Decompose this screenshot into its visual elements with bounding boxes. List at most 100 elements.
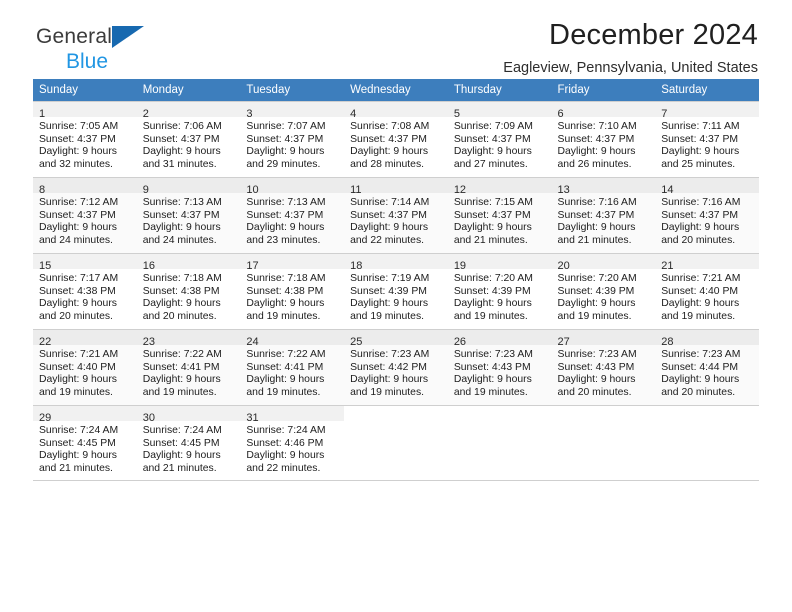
sunset-text: Sunset: 4:37 PM	[661, 209, 739, 221]
day-cell[interactable]: 19 Sunrise: 7:20 AM Sunset: 4:39 PM Dayligh…	[447, 253, 552, 329]
daylight-text-line2: and 19 minutes.	[661, 310, 736, 322]
day-cell[interactable]: 9 Sunrise: 7:13 AM Sunset: 4:37 PM Daylight…	[136, 177, 241, 253]
day-cell[interactable]: 3 Sunrise: 7:07 AM Sunset: 4:37 PM Daylight…	[240, 101, 345, 177]
day-cell[interactable]: 24 Sunrise: 7:22 AM Sunset: 4:41 PM Dayligh…	[240, 329, 345, 405]
day-number: 31	[246, 412, 259, 424]
sunset-text: Sunset: 4:45 PM	[142, 437, 220, 449]
day-number: 3	[246, 108, 253, 120]
day-cell[interactable]: 14 Sunrise: 7:16 AM Sunset: 4:37 PM Dayligh…	[655, 177, 759, 253]
sunset-text: Sunset: 4:43 PM	[453, 361, 531, 373]
day-cell[interactable]: 23 Sunrise: 7:22 AM Sunset: 4:41 PM Dayligh…	[136, 329, 241, 405]
sunset-text: Sunset: 4:37 PM	[39, 133, 116, 145]
sunrise-text: Sunrise: 7:12 AM	[39, 197, 119, 208]
daylight-text-line2: and 19 minutes.	[246, 386, 321, 398]
daylight-text-line2: and 20 minutes.	[557, 386, 632, 398]
calendar-week-row: 8 Sunrise: 7:12 AM Sunset: 4:37 PM Daylight…	[33, 177, 759, 253]
day-cell[interactable]: 26 Sunrise: 7:23 AM Sunset: 4:43 PM Dayligh…	[447, 329, 552, 405]
sunrise-text: Sunrise: 7:21 AM	[39, 349, 119, 360]
day-cell[interactable]: 27 Sunrise: 7:23 AM Sunset: 4:43 PM Dayligh…	[551, 329, 656, 405]
day-cell[interactable]: 1 Sunrise: 7:05 AM Sunset: 4:37 PM Daylight…	[33, 101, 137, 177]
day-cell[interactable]: 20 Sunrise: 7:20 AM Sunset: 4:39 PM Dayligh…	[551, 253, 656, 329]
day-number: 25	[350, 336, 363, 348]
daylight-text-line1: Daylight: 9 hours	[453, 298, 532, 310]
sunset-text: Sunset: 4:40 PM	[39, 361, 116, 373]
daylight-text-line1: Daylight: 9 hours	[661, 298, 740, 310]
daylight-text-line1: Daylight: 9 hours	[246, 450, 325, 462]
general-blue-logo[interactable]: General Blue	[36, 26, 256, 78]
daylight-text-line1: Daylight: 9 hours	[557, 298, 636, 310]
day-cell[interactable]: 2 Sunrise: 7:06 AM Sunset: 4:37 PM Daylight…	[136, 101, 241, 177]
daylight-text-line1: Daylight: 9 hours	[246, 222, 325, 234]
day-number: 21	[661, 260, 674, 272]
day-cell[interactable]: 29 Sunrise: 7:24 AM Sunset: 4:45 PM Dayligh…	[33, 405, 137, 481]
daylight-text-line2: and 19 minutes.	[453, 386, 528, 398]
day-cell[interactable]: 11 Sunrise: 7:14 AM Sunset: 4:37 PM Dayligh…	[344, 177, 448, 253]
calendar-header-row: Sunday Monday Tuesday Wednesday Thursday…	[33, 79, 759, 101]
day-cell[interactable]: 18 Sunrise: 7:19 AM Sunset: 4:39 PM Dayligh…	[344, 253, 448, 329]
day-number: 1	[39, 108, 46, 120]
day-cell[interactable]: 21 Sunrise: 7:21 AM Sunset: 4:40 PM Dayligh…	[655, 253, 759, 329]
sunset-text: Sunset: 4:37 PM	[39, 209, 116, 221]
sunset-text: Sunset: 4:37 PM	[246, 133, 324, 145]
sunrise-text: Sunrise: 7:19 AM	[350, 273, 430, 284]
day-cell[interactable]: 31 Sunrise: 7:24 AM Sunset: 4:46 PM Dayligh…	[240, 405, 345, 481]
sunset-text: Sunset: 4:39 PM	[557, 285, 635, 297]
sunset-text: Sunset: 4:45 PM	[39, 437, 116, 449]
daylight-text-line1: Daylight: 9 hours	[557, 146, 636, 158]
daylight-text-line2: and 21 minutes.	[142, 462, 217, 474]
day-cell[interactable]: 15 Sunrise: 7:17 AM Sunset: 4:38 PM Dayligh…	[33, 253, 137, 329]
day-cell[interactable]: 28 Sunrise: 7:23 AM Sunset: 4:44 PM Dayligh…	[655, 329, 759, 405]
day-cell[interactable]: 5 Sunrise: 7:09 AM Sunset: 4:37 PM Daylight…	[447, 101, 552, 177]
day-cell[interactable]: 12 Sunrise: 7:15 AM Sunset: 4:37 PM Dayligh…	[447, 177, 552, 253]
sunrise-text: Sunrise: 7:07 AM	[246, 121, 326, 132]
daylight-text-line2: and 31 minutes.	[142, 158, 217, 170]
weekday-header-thursday: Thursday	[447, 79, 552, 101]
calendar-week-row: 22 Sunrise: 7:21 AM Sunset: 4:40 PM Dayligh…	[33, 329, 759, 405]
day-number: 27	[557, 336, 570, 348]
sunrise-text: Sunrise: 7:21 AM	[661, 273, 741, 284]
day-cell[interactable]: 4 Sunrise: 7:08 AM Sunset: 4:37 PM Daylight…	[344, 101, 448, 177]
page-header: General Blue December 2024 Eagleview, Pe…	[33, 0, 759, 76]
daylight-text-line1: Daylight: 9 hours	[39, 450, 117, 462]
daylight-text-line2: and 19 minutes.	[39, 386, 113, 398]
day-cell[interactable]: 25 Sunrise: 7:23 AM Sunset: 4:42 PM Dayligh…	[344, 329, 448, 405]
day-number: 15	[39, 260, 52, 272]
daylight-text-line2: and 24 minutes.	[39, 234, 113, 246]
daylight-text-line1: Daylight: 9 hours	[661, 374, 740, 386]
day-cell[interactable]: 16 Sunrise: 7:18 AM Sunset: 4:38 PM Dayligh…	[136, 253, 241, 329]
day-cell[interactable]: 6 Sunrise: 7:10 AM Sunset: 4:37 PM Daylight…	[551, 101, 656, 177]
day-cell[interactable]: 10 Sunrise: 7:13 AM Sunset: 4:37 PM Dayligh…	[240, 177, 345, 253]
sunset-text: Sunset: 4:37 PM	[557, 133, 635, 145]
daylight-text-line1: Daylight: 9 hours	[557, 222, 636, 234]
weekday-header-wednesday: Wednesday	[344, 79, 448, 101]
day-cell[interactable]: 13 Sunrise: 7:16 AM Sunset: 4:37 PM Dayligh…	[551, 177, 656, 253]
daylight-text-line2: and 20 minutes.	[661, 386, 736, 398]
day-cell-empty	[655, 405, 759, 481]
day-cell[interactable]: 8 Sunrise: 7:12 AM Sunset: 4:37 PM Daylight…	[33, 177, 137, 253]
daylight-text-line1: Daylight: 9 hours	[557, 374, 636, 386]
day-number: 24	[246, 336, 259, 348]
sunrise-text: Sunrise: 7:11 AM	[661, 121, 740, 132]
daylight-text-line1: Daylight: 9 hours	[453, 146, 532, 158]
day-number: 18	[350, 260, 363, 272]
daylight-text-line1: Daylight: 9 hours	[39, 374, 117, 386]
sunset-text: Sunset: 4:38 PM	[142, 285, 220, 297]
day-number: 2	[142, 108, 149, 120]
day-cell[interactable]: 17 Sunrise: 7:18 AM Sunset: 4:38 PM Dayligh…	[240, 253, 345, 329]
sunset-text: Sunset: 4:41 PM	[246, 361, 324, 373]
logo-general-label: General	[36, 25, 113, 48]
daylight-text-line2: and 27 minutes.	[453, 158, 528, 170]
day-cell[interactable]: 22 Sunrise: 7:21 AM Sunset: 4:40 PM Dayligh…	[33, 329, 137, 405]
calendar-week-row: 29 Sunrise: 7:24 AM Sunset: 4:45 PM Dayligh…	[33, 405, 759, 481]
daylight-text-line1: Daylight: 9 hours	[142, 298, 221, 310]
day-number: 14	[661, 184, 674, 196]
day-number: 23	[142, 336, 155, 348]
sunrise-text: Sunrise: 7:05 AM	[39, 121, 119, 132]
sunrise-text: Sunrise: 7:24 AM	[39, 425, 119, 436]
daylight-text-line2: and 21 minutes.	[453, 234, 528, 246]
day-number: 20	[557, 260, 570, 272]
day-cell[interactable]: 30 Sunrise: 7:24 AM Sunset: 4:45 PM Dayligh…	[136, 405, 241, 481]
weekday-header-friday: Friday	[551, 79, 656, 101]
sunset-text: Sunset: 4:37 PM	[350, 133, 427, 145]
day-cell[interactable]: 7 Sunrise: 7:11 AM Sunset: 4:37 PM Daylight…	[655, 101, 759, 177]
